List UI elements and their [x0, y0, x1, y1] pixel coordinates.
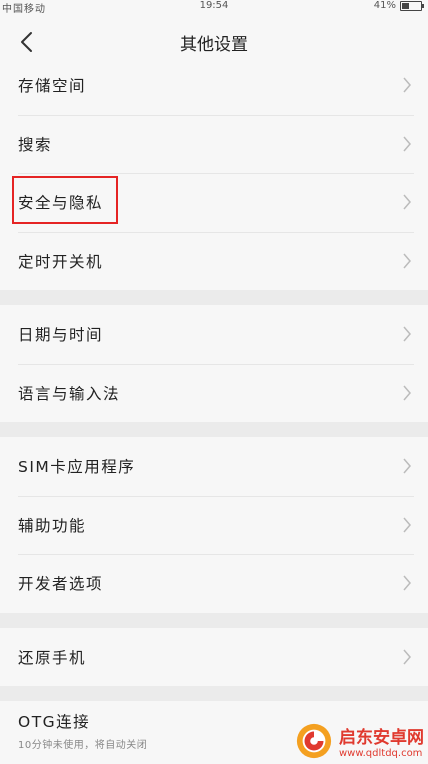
setting-reset-phone[interactable]: 还原手机	[0, 628, 428, 687]
setting-scheduled-power[interactable]: 定时开关机	[0, 231, 428, 291]
settings-group-2: 日期与时间 语言与输入法	[0, 305, 428, 422]
chevron-right-icon	[403, 136, 411, 152]
setting-label: 定时开关机	[18, 252, 104, 271]
setting-label: 搜索	[18, 135, 53, 154]
group-divider	[0, 422, 428, 437]
group-divider	[0, 290, 428, 305]
setting-label: 存储空间	[18, 77, 87, 96]
chevron-right-icon	[403, 385, 411, 401]
chevron-right-icon	[403, 326, 411, 342]
chevron-right-icon	[403, 517, 411, 533]
settings-group-1: 存储空间 搜索 安全与隐私 定时开关机	[0, 56, 428, 290]
watermark-text: 启东安卓网 www.qdltdq.com	[339, 723, 424, 759]
battery-icon	[400, 1, 424, 11]
setting-sim-apps[interactable]: SIM卡应用程序	[0, 437, 428, 496]
battery-percent: 41%	[373, 0, 396, 11]
setting-security-privacy[interactable]: 安全与隐私	[0, 173, 428, 232]
setting-accessibility[interactable]: 辅助功能	[0, 495, 428, 555]
settings-group-3: SIM卡应用程序 辅助功能 开发者选项	[0, 437, 428, 613]
status-bar: 中国移动 19:54 41%	[0, 0, 428, 15]
setting-label: 日期与时间	[18, 326, 104, 345]
setting-label: 安全与隐私	[18, 194, 104, 213]
chevron-right-icon	[403, 458, 411, 474]
setting-label: SIM卡应用程序	[18, 458, 136, 477]
chevron-right-icon	[403, 194, 411, 210]
setting-label: 辅助功能	[18, 516, 87, 535]
watermark: 启东安卓网 www.qdltdq.com	[295, 722, 424, 760]
page-title: 其他设置	[180, 35, 248, 55]
chevron-right-icon	[403, 575, 411, 591]
settings-group-4: 还原手机	[0, 627, 428, 687]
chevron-right-icon	[403, 77, 411, 93]
status-time: 19:54	[199, 0, 229, 11]
setting-date-time[interactable]: 日期与时间	[0, 305, 428, 364]
chevron-right-icon	[403, 649, 411, 665]
setting-developer-options[interactable]: 开发者选项	[0, 554, 428, 613]
watermark-url: www.qdltdq.com	[339, 748, 423, 759]
setting-label: 语言与输入法	[18, 384, 121, 403]
setting-label: OTG连接	[18, 712, 91, 731]
setting-sublabel: 10分钟未使用，将自动关闭	[18, 739, 148, 751]
setting-label: 还原手机	[18, 648, 87, 667]
chevron-right-icon	[403, 253, 411, 269]
setting-search[interactable]: 搜索	[0, 114, 428, 174]
group-divider	[0, 612, 428, 628]
setting-language-input[interactable]: 语言与输入法	[0, 363, 428, 423]
setting-label: 开发者选项	[18, 575, 104, 594]
watermark-name: 启东安卓网	[339, 728, 424, 748]
settings-list: 存储空间 搜索 安全与隐私 定时开关机 日期与时间 语言与输入法 SIM卡应用程…	[0, 56, 428, 760]
group-divider	[0, 686, 428, 701]
setting-storage[interactable]: 存储空间	[0, 56, 428, 115]
watermark-logo-icon	[296, 723, 332, 759]
status-icons: 41%	[373, 0, 424, 11]
setting-text: OTG连接 10分钟未使用，将自动关闭	[18, 710, 147, 751]
